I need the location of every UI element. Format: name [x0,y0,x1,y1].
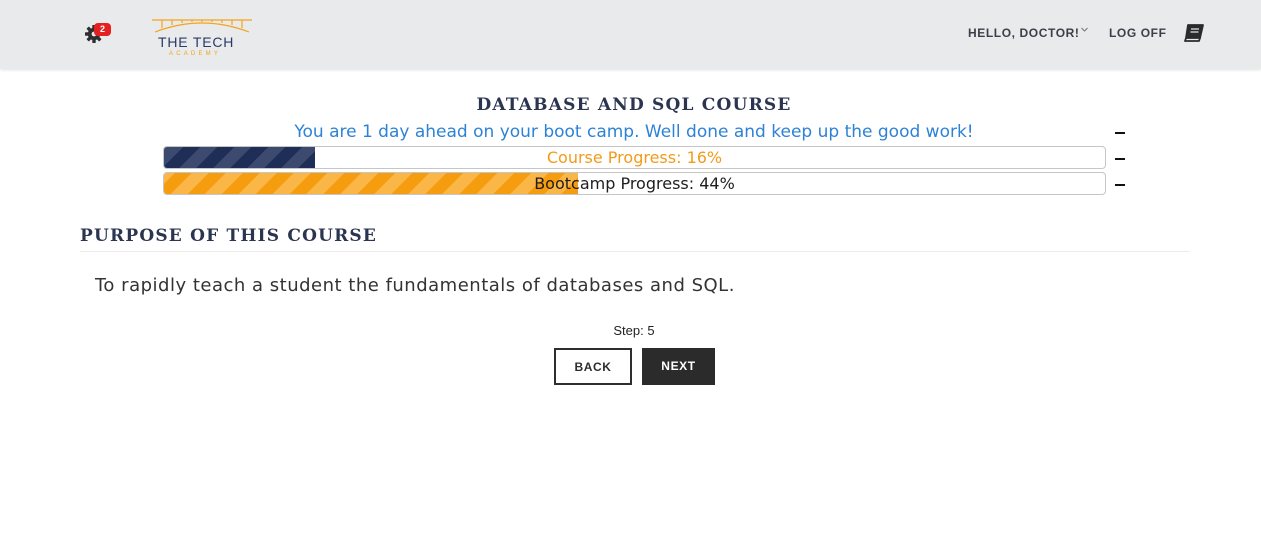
section-title: PURPOSE OF THIS COURSE [80,226,378,246]
section-body: To rapidly teach a student the fundament… [95,275,735,296]
notification-badge[interactable]: 2 [94,23,111,36]
log-off-link[interactable]: LOG OFF [1109,26,1167,40]
course-progress-toggle[interactable] [1115,158,1125,160]
course-progress-label: Course Progress: 16% [546,148,723,167]
section-divider [80,251,1190,252]
course-progress-bar: Course Progress: 16% [163,146,1106,169]
tech-academy-logo[interactable]: THE TECH ACADEMY [152,18,252,60]
logo-title: THE TECH [158,34,235,50]
settings-button[interactable]: 2 [84,22,114,46]
top-navbar: 2 THE TECH ACADEMY HELLO, DOCTOR! LOG OF… [0,0,1261,69]
chevron-down-icon[interactable] [1080,25,1089,34]
bootcamp-progress-bar: Bootcamp Progress: 44% [163,172,1106,195]
back-button[interactable]: BACK [554,348,632,385]
user-menu[interactable]: HELLO, DOCTOR! [968,26,1080,40]
bootcamp-progress-toggle[interactable] [1115,184,1125,186]
collapse-toggle[interactable] [1115,132,1125,134]
bootcamp-progress-label: Bootcamp Progress: 44% [534,174,735,193]
course-title: DATABASE AND SQL COURSE [476,95,792,115]
bootcamp-status-message: You are 1 day ahead on your boot camp. W… [294,122,974,142]
step-indicator: Step: 5 [613,323,655,338]
logo-subtitle: ACADEMY [169,51,222,57]
book-icon[interactable] [1183,23,1205,43]
next-button[interactable]: NEXT [642,348,715,385]
